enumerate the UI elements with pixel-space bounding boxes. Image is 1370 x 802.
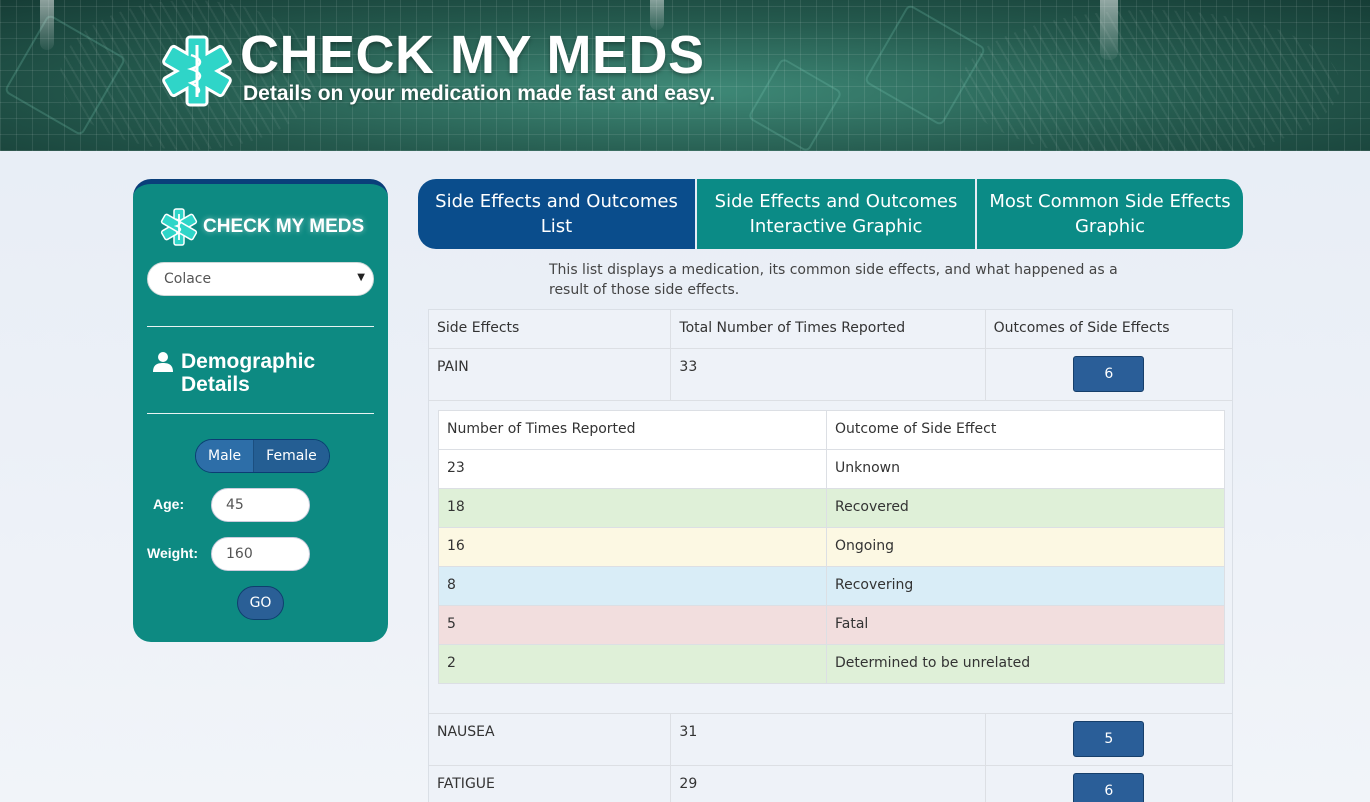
gender-female-button[interactable]: Female (253, 440, 329, 472)
subtable-row: 2 Determined to be unrelated (439, 645, 1224, 683)
age-label: Age: (153, 496, 185, 512)
demographic-details-heading: Demographic Details (181, 350, 316, 396)
medical-star-of-life-icon (162, 35, 232, 107)
times-reported: 18 (439, 489, 827, 527)
weight-input[interactable]: 160 (211, 537, 310, 571)
view-tabs: Side Effects and Outcomes List Side Effe… (418, 179, 1243, 249)
subtable-row: 8 Recovering (439, 567, 1224, 606)
sidebar-panel: CHECK MY MEDS Colace ▼ Demographic Detai… (133, 179, 388, 642)
gender-toggle: Male Female (195, 439, 330, 473)
times-reported: 8 (439, 567, 827, 605)
column-header: Side Effects (429, 310, 672, 348)
tab-side-effects-list[interactable]: Side Effects and Outcomes List (418, 179, 695, 249)
pipette-decoration (1100, 0, 1118, 60)
divider (147, 326, 374, 327)
hexagon-decoration (747, 57, 843, 151)
medication-select[interactable]: Colace ▼ (147, 262, 374, 296)
outcome-label: Ongoing (835, 538, 894, 554)
caret-down-icon: ▼ (357, 272, 365, 283)
outcomes-cell: 6 (986, 766, 1232, 802)
gender-male-button[interactable]: Male (196, 440, 254, 472)
pipette-decoration (40, 0, 54, 50)
outcomes-count-button[interactable]: 6 (1073, 356, 1145, 392)
outcome-label: Fatal (835, 616, 869, 632)
outcomes-count-button[interactable]: 6 (1073, 773, 1145, 802)
outcomes-detail-panel: Number of Times Reported Outcome of Side… (429, 401, 1232, 714)
outcomes-cell: 6 (986, 349, 1232, 400)
subtable-header-row: Number of Times Reported Outcome of Side… (439, 411, 1224, 450)
table-header-row: Side Effects Total Number of Times Repor… (429, 310, 1232, 349)
table-row: PAIN 33 6 (429, 349, 1232, 401)
site-tagline: Details on your medication made fast and… (243, 82, 716, 105)
site-title: CHECK MY MEDS (240, 25, 705, 85)
outcome-label: Recovered (835, 499, 909, 515)
times-reported: 16 (439, 528, 827, 566)
tab-interactive-graphic[interactable]: Side Effects and Outcomes Interactive Gr… (695, 179, 975, 249)
dna-helix-decoration (960, 10, 1340, 151)
times-reported: 5 (439, 606, 827, 644)
side-effect-name: FATIGUE (429, 766, 672, 802)
total-reported: 31 (671, 714, 986, 765)
column-header: Total Number of Times Reported (671, 310, 986, 348)
outcome-label: Determined to be unrelated (835, 655, 1031, 671)
column-header: Outcomes of Side Effects (993, 320, 1170, 336)
table-row: FATIGUE 29 6 (429, 766, 1232, 802)
column-header: Number of Times Reported (439, 411, 827, 449)
weight-label: Weight: (147, 545, 199, 561)
hexagon-decoration (863, 3, 987, 127)
column-header: Outcome of Side Effect (835, 421, 997, 437)
outcome-label: Recovering (835, 577, 914, 593)
sidebar-brand: CHECK MY MEDS (203, 216, 365, 237)
side-effect-name: PAIN (429, 349, 672, 400)
times-reported: 23 (439, 450, 827, 488)
subtable-row: 18 Recovered (439, 489, 1224, 528)
subtable-row: 16 Ongoing (439, 528, 1224, 567)
divider (147, 413, 374, 414)
table-row: NAUSEA 31 5 (429, 714, 1232, 766)
side-effect-name: NAUSEA (429, 714, 672, 765)
medication-select-value: Colace (164, 271, 212, 287)
tab-most-common-graphic[interactable]: Most Common Side Effects Graphic (975, 179, 1243, 249)
outcome-label: Unknown (835, 460, 900, 476)
intro-text: This list displays a medication, its com… (549, 262, 1118, 298)
header-banner: CHECK MY MEDS Details on your medication… (0, 0, 1370, 151)
outcomes-subtable: Number of Times Reported Outcome of Side… (438, 410, 1225, 684)
total-reported: 33 (671, 349, 986, 400)
subtable-row: 23 Unknown (439, 450, 1224, 489)
outcomes-cell: 5 (986, 714, 1232, 765)
subtable-row: 5 Fatal (439, 606, 1224, 645)
total-reported: 29 (671, 766, 986, 802)
times-reported: 2 (439, 645, 827, 683)
medical-star-of-life-icon (160, 208, 198, 246)
user-icon (153, 352, 173, 372)
outcomes-count-button[interactable]: 5 (1073, 721, 1145, 757)
go-button[interactable]: GO (237, 586, 284, 620)
age-input[interactable]: 45 (211, 488, 310, 522)
side-effects-table: Side Effects Total Number of Times Repor… (428, 309, 1233, 802)
